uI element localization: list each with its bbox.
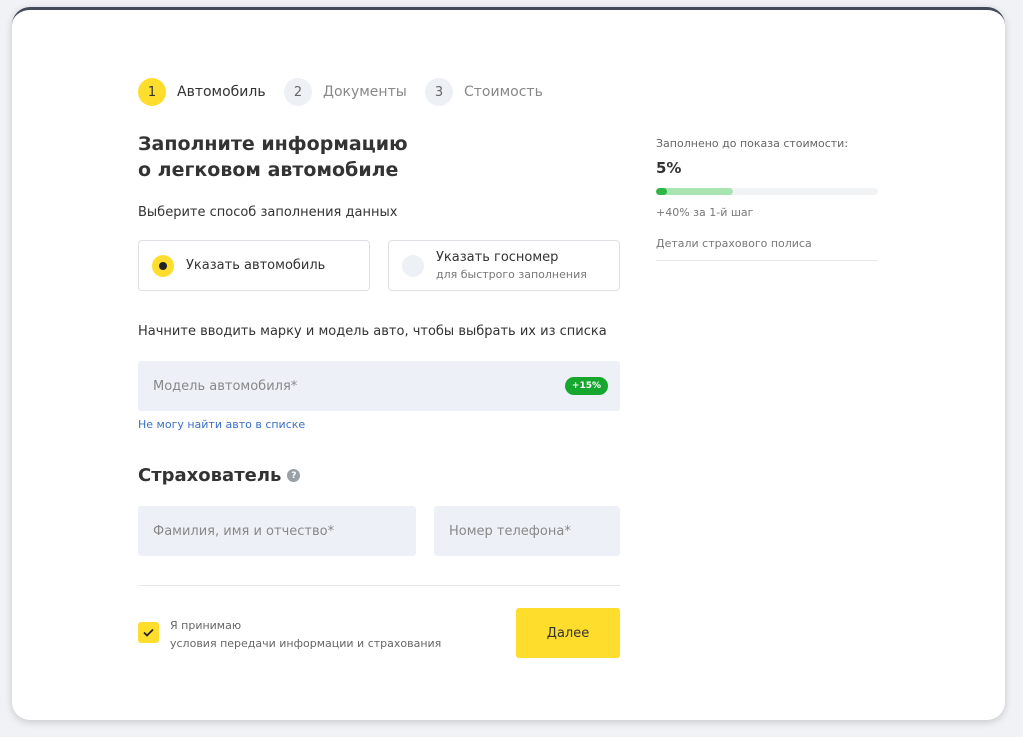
car-model-input[interactable]: Модель автомобиля* +15% (138, 361, 620, 411)
progress-bar-step-bonus (656, 188, 733, 195)
model-hint: Начните вводить марку и модель авто, что… (138, 324, 607, 339)
step-label: Стоимость (464, 84, 543, 100)
radio-selected-icon (152, 254, 174, 277)
car-model-placeholder: Модель автомобиля* (153, 378, 298, 394)
consent-line: Я принимаю (170, 619, 242, 632)
progress-value: 5% (656, 159, 682, 177)
method-label: Выберите способ заполнения данных (138, 205, 398, 220)
option-specify-car[interactable]: Указать автомобиль (138, 240, 370, 291)
progress-bonus-badge: +15% (564, 377, 608, 395)
progress-bar-fill (656, 188, 668, 195)
step-car[interactable]: 1 Автомобиль (138, 78, 266, 106)
car-not-found-link[interactable]: Не могу найти авто в списке (138, 418, 305, 431)
page-title-line: о легковом автомобиле (138, 159, 399, 181)
step-number: 3 (425, 78, 453, 106)
option-label: Указать автомобиль (186, 258, 326, 273)
consent-checkbox[interactable] (138, 622, 159, 643)
step-number: 2 (284, 78, 312, 106)
option-text: Указать госномер для быстрого заполнения (436, 249, 587, 283)
radio-unselected-icon (402, 254, 424, 277)
step-cost[interactable]: 3 Стоимость (425, 78, 543, 106)
insurer-section-title: Страхователь ? (138, 465, 301, 486)
option-specify-plate[interactable]: Указать госномер для быстрого заполнения (388, 240, 620, 291)
step-label: Документы (323, 84, 407, 100)
page-title-line: Заполните информацию (138, 133, 408, 155)
insurer-title: Страхователь (138, 465, 282, 486)
step-bonus-text: +40% за 1-й шаг (656, 206, 754, 219)
next-button[interactable]: Далее (516, 608, 620, 658)
consent-text: Я принимаю условия передачи информации и… (170, 617, 441, 653)
consent-terms-link[interactable]: условия передачи информации и страховани… (170, 635, 441, 653)
option-sublabel: для быстрого заполнения (436, 267, 587, 281)
policy-details-link[interactable]: Детали страхового полиса (656, 237, 812, 250)
progress-bar (656, 188, 878, 195)
help-icon[interactable]: ? (287, 469, 301, 482)
step-number: 1 (138, 78, 166, 106)
full-name-placeholder: Фамилия, имя и отчество* (153, 523, 335, 539)
step-label: Автомобиль (177, 84, 266, 100)
option-label: Указать госномер (436, 249, 559, 265)
step-documents[interactable]: 2 Документы (284, 78, 407, 106)
full-name-input[interactable]: Фамилия, имя и отчество* (138, 506, 416, 556)
phone-placeholder: Номер телефона* (449, 523, 571, 539)
divider (138, 585, 620, 586)
form-card: 1 Автомобиль 2 Документы 3 Стоимость Зап… (12, 7, 1005, 720)
progress-label: Заполнено до показа стоимости: (656, 137, 849, 150)
page-title: Заполните информацию о легковом автомоби… (138, 131, 538, 183)
phone-input[interactable]: Номер телефона* (434, 506, 620, 556)
divider (656, 260, 878, 261)
checkmark-icon (143, 628, 154, 637)
